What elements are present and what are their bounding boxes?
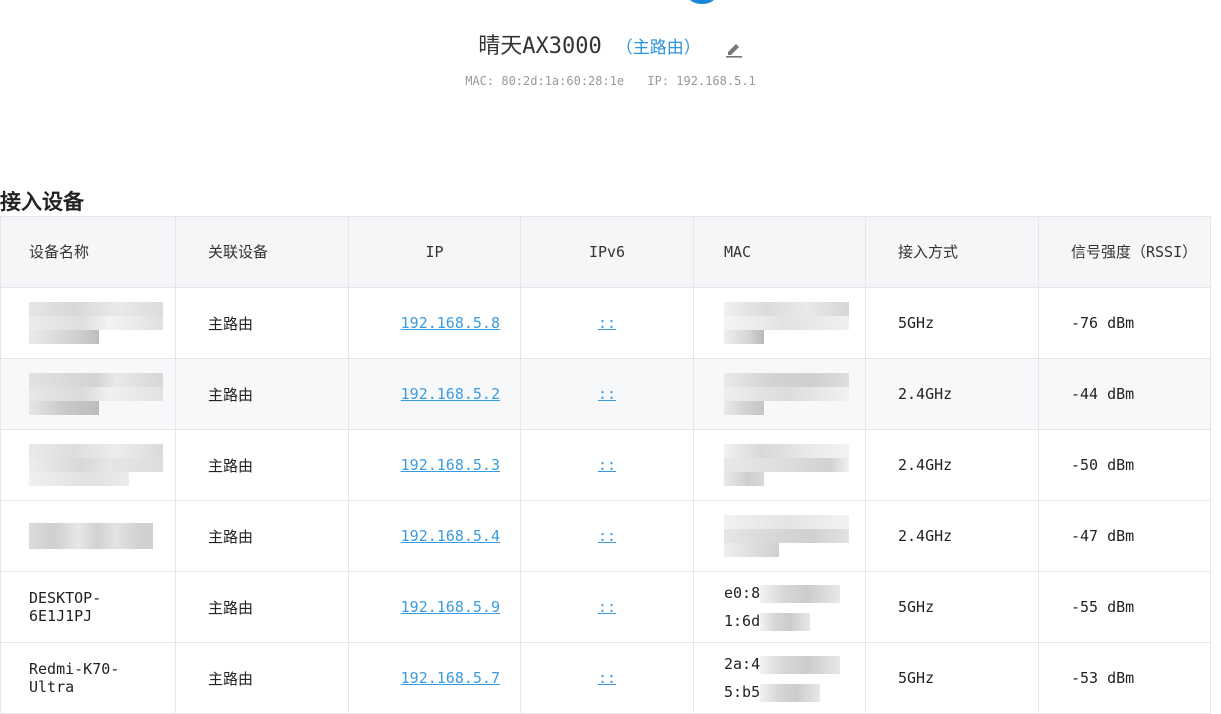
redacted-device-name <box>29 302 163 344</box>
parent-device-cell: 主路由 <box>175 500 349 572</box>
ipv6-link[interactable]: :: <box>598 527 616 545</box>
device-name-cell <box>0 358 176 430</box>
router-header: 晴天AX3000 （主路由） MAC: 80:2d:1a:60:28:1e IP… <box>0 28 1221 88</box>
ip-cell: 192.168.5.8 <box>348 287 521 359</box>
ipv6-link[interactable]: :: <box>598 385 616 403</box>
redacted-mac <box>724 373 849 415</box>
ip-cell: 192.168.5.7 <box>348 642 521 714</box>
redacted-mac <box>760 584 841 603</box>
router-role: （主路由） <box>615 38 701 58</box>
ipv6-cell: :: <box>520 571 694 643</box>
mac-prefix: 5:b5 <box>724 683 761 701</box>
device-name-cell <box>0 429 176 501</box>
redacted-mac <box>724 302 849 344</box>
ip-cell: 192.168.5.4 <box>348 500 521 572</box>
rssi-cell: -55 dBm <box>1038 571 1211 643</box>
rssi-cell: -53 dBm <box>1038 642 1211 714</box>
device-name-cell: DESKTOP-6E1J1PJ <box>0 571 176 643</box>
router-mac: MAC: 80:2d:1a:60:28:1e <box>465 74 625 88</box>
ip-link[interactable]: 192.168.5.8 <box>401 314 500 332</box>
pencil-icon[interactable] <box>725 40 743 62</box>
redacted-device-name <box>29 523 153 549</box>
ipv6-link[interactable]: :: <box>598 456 616 474</box>
mac-cell <box>693 287 866 359</box>
col-header-mac: MAC <box>693 216 866 288</box>
device-name-cell <box>0 500 176 572</box>
redacted-mac <box>724 515 849 557</box>
table-row: Redmi-K70-Ultra 主路由 192.168.5.7 :: 2a:4 … <box>0 642 1211 714</box>
mac-line: 5:b5 <box>724 678 855 706</box>
devices-table: 设备名称 关联设备 IP IPv6 MAC 接入方式 信号强度（RSSI） 主路… <box>0 216 1211 714</box>
ip-link[interactable]: 192.168.5.4 <box>401 527 500 545</box>
mac-line: 1:6d <box>724 607 855 635</box>
access-mode-cell: 5GHz <box>865 642 1039 714</box>
ipv6-cell: :: <box>520 429 694 501</box>
access-mode-cell: 2.4GHz <box>865 358 1039 430</box>
ip-cell: 192.168.5.9 <box>348 571 521 643</box>
device-name-cell <box>0 287 176 359</box>
ip-link[interactable]: 192.168.5.2 <box>401 385 500 403</box>
mac-line: 2a:4 <box>724 650 855 678</box>
access-mode-cell: 5GHz <box>865 287 1039 359</box>
ip-link[interactable]: 192.168.5.7 <box>401 669 500 687</box>
rssi-cell: -44 dBm <box>1038 358 1211 430</box>
ipv6-cell: :: <box>520 358 694 430</box>
ipv6-link[interactable]: :: <box>598 669 616 687</box>
parent-device-cell: 主路由 <box>175 358 349 430</box>
access-mode-cell: 2.4GHz <box>865 429 1039 501</box>
parent-device-cell: 主路由 <box>175 287 349 359</box>
rssi-cell: -47 dBm <box>1038 500 1211 572</box>
mac-cell <box>693 358 866 430</box>
redacted-mac <box>760 655 841 674</box>
ip-link[interactable]: 192.168.5.3 <box>401 456 500 474</box>
col-header-rssi: 信号强度（RSSI） <box>1038 216 1211 288</box>
table-row: 主路由 192.168.5.8 :: 5GHz -76 dBm <box>0 287 1211 359</box>
parent-device-cell: 主路由 <box>175 642 349 714</box>
access-mode-cell: 2.4GHz <box>865 500 1039 572</box>
col-header-ip: IP <box>348 216 521 288</box>
mac-cell <box>693 500 866 572</box>
table-header-row: 设备名称 关联设备 IP IPv6 MAC 接入方式 信号强度（RSSI） <box>0 216 1211 288</box>
mac-cell: e0:8 1:6d <box>693 571 866 643</box>
redacted-device-name <box>29 373 163 415</box>
status-dot <box>687 0 717 4</box>
access-mode-cell: 5GHz <box>865 571 1039 643</box>
ip-cell: 192.168.5.3 <box>348 429 521 501</box>
table-row: 主路由 192.168.5.4 :: 2.4GHz -47 dBm <box>0 500 1211 572</box>
mac-cell: 2a:4 5:b5 <box>693 642 866 714</box>
parent-device-cell: 主路由 <box>175 429 349 501</box>
mac-line: e0:8 <box>724 579 855 607</box>
ipv6-cell: :: <box>520 642 694 714</box>
table-row: 主路由 192.168.5.2 :: 2.4GHz -44 dBm <box>0 358 1211 430</box>
col-header-ipv6: IPv6 <box>520 216 694 288</box>
mac-prefix: 1:6d <box>724 612 761 630</box>
ipv6-link[interactable]: :: <box>598 314 616 332</box>
mac-prefix: e0:8 <box>724 584 761 602</box>
ip-cell: 192.168.5.2 <box>348 358 521 430</box>
ipv6-cell: :: <box>520 500 694 572</box>
col-header-parent: 关联设备 <box>175 216 349 288</box>
redacted-mac <box>724 444 849 486</box>
ipv6-link[interactable]: :: <box>598 598 616 616</box>
device-name-cell: Redmi-K70-Ultra <box>0 642 176 714</box>
col-header-name: 设备名称 <box>0 216 176 288</box>
redacted-device-name <box>29 444 163 486</box>
redacted-mac <box>760 612 811 631</box>
router-name: 晴天AX3000 <box>478 34 602 59</box>
col-header-mode: 接入方式 <box>865 216 1039 288</box>
table-row: DESKTOP-6E1J1PJ 主路由 192.168.5.9 :: e0:8 … <box>0 571 1211 643</box>
parent-device-cell: 主路由 <box>175 571 349 643</box>
router-ip: IP: 192.168.5.1 <box>647 74 756 88</box>
router-meta: MAC: 80:2d:1a:60:28:1e IP: 192.168.5.1 <box>0 74 1221 88</box>
mac-prefix: 2a:4 <box>724 655 761 673</box>
section-title: 接入设备 <box>0 190 84 214</box>
mac-cell <box>693 429 866 501</box>
rssi-cell: -50 dBm <box>1038 429 1211 501</box>
redacted-mac <box>760 683 821 702</box>
ipv6-cell: :: <box>520 287 694 359</box>
rssi-cell: -76 dBm <box>1038 287 1211 359</box>
ip-link[interactable]: 192.168.5.9 <box>401 598 500 616</box>
table-row: 主路由 192.168.5.3 :: 2.4GHz -50 dBm <box>0 429 1211 501</box>
